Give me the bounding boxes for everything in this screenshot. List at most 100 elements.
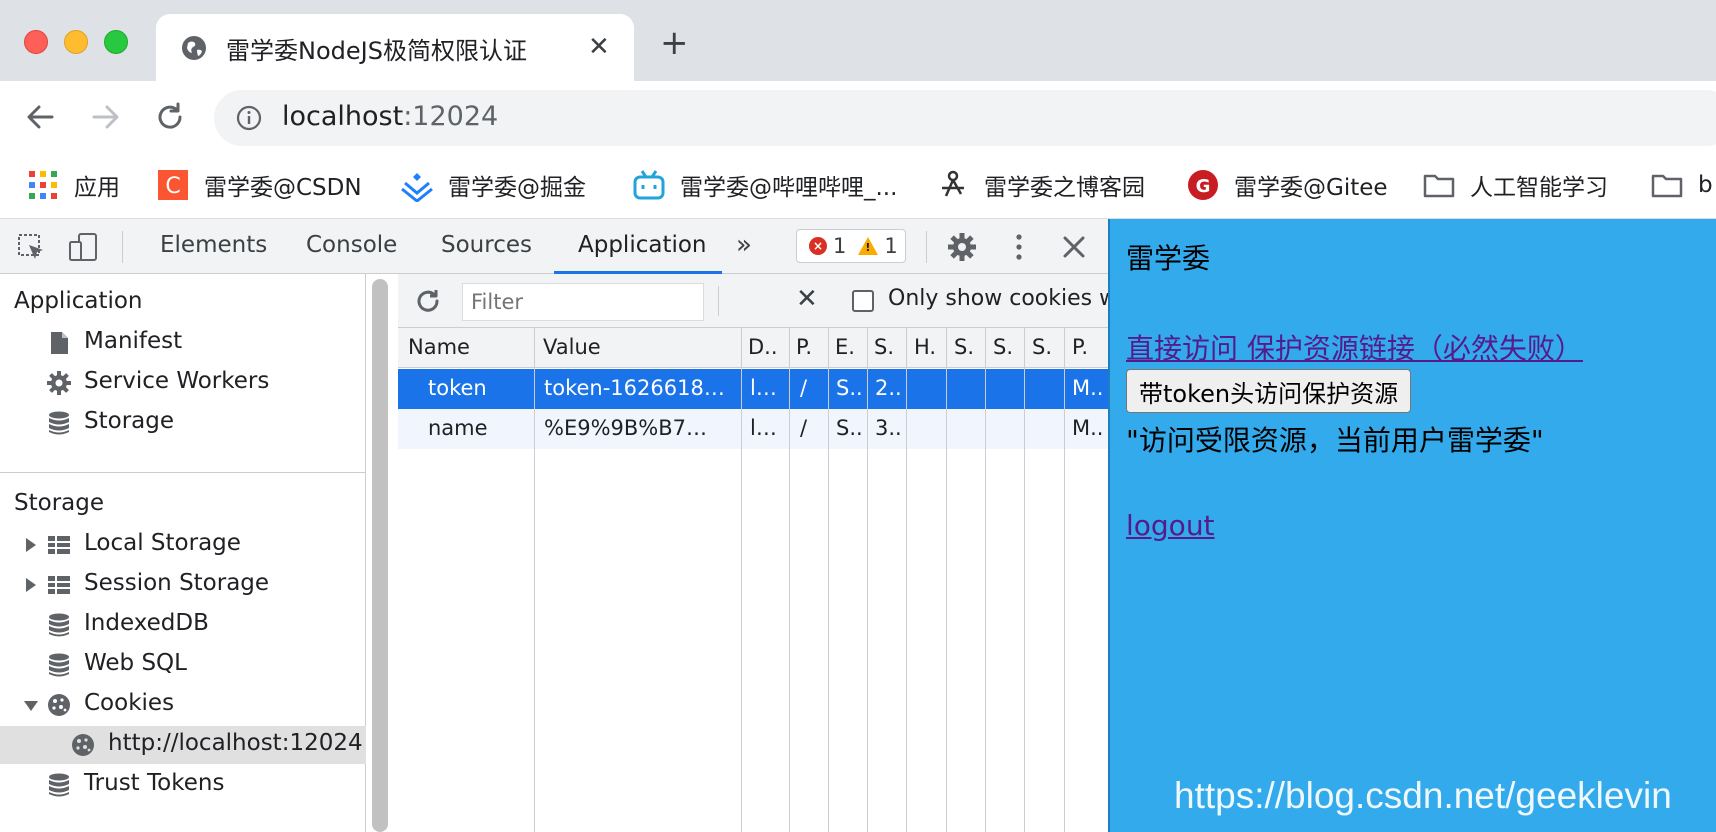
sidebar-item-cookies[interactable]: Cookies [0,686,366,724]
bookmark-apps[interactable]: 应用 [26,167,120,203]
logout-link[interactable]: logout [1126,509,1215,542]
table-row[interactable]: name %E9%9B%B7… l… / S.. 3.. M.. [398,409,1108,449]
column-header[interactable]: S. [954,335,984,359]
tab-sources[interactable]: Sources [441,232,532,258]
close-tab-icon[interactable]: ✕ [588,32,610,62]
column-divider[interactable] [1024,328,1025,832]
csdn-watermark: https://blog.csdn.net/geeklevin [1174,775,1672,816]
sidebar-item-cookie-origin[interactable]: http://localhost:12024 [0,726,366,764]
column-divider[interactable] [906,328,907,832]
column-divider[interactable] [534,328,535,832]
url-text[interactable]: localhost:12024 [282,101,498,132]
reload-icon[interactable] [152,99,188,135]
column-header[interactable]: E. [835,335,865,359]
column-divider[interactable] [1064,328,1065,832]
warning-count: 1 [884,234,898,258]
address-bar[interactable]: localhost:12024 [214,90,1716,146]
table-row[interactable]: token token-1626618… l… / S.. 2.. M.. [398,369,1108,409]
column-header[interactable]: D.. [748,335,788,359]
column-header[interactable]: P. [796,335,826,359]
back-arrow-icon[interactable] [22,99,58,135]
column-header[interactable]: S. [993,335,1023,359]
clear-all-icon[interactable]: ✕ [796,284,818,314]
column-header[interactable]: Name [408,335,528,359]
column-divider[interactable] [741,328,742,832]
browser-tab[interactable]: 雷学委NodeJS极简权限认证 ✕ [156,14,634,81]
storage-heading: Storage [14,490,104,516]
bookmark-gitee[interactable]: G 雷学委@Gitee [1186,167,1388,203]
error-icon: × [809,237,827,255]
new-tab-icon[interactable]: + [660,26,689,60]
sidebar-item-session-storage[interactable]: Session Storage [0,566,366,604]
sidebar-item-indexeddb[interactable]: IndexedDB [0,606,366,644]
info-icon[interactable] [236,105,262,131]
cookies-pane: ✕ Only show cookies w Name Value D.. P. … [398,274,1117,832]
sidebar-scrollbar[interactable] [372,279,388,832]
sidebar-item-storage[interactable]: Storage [0,404,366,442]
sidebar-item-local-storage[interactable]: Local Storage [0,526,366,564]
column-divider[interactable] [828,328,829,832]
close-window-button[interactable] [24,30,48,54]
tab-application[interactable]: Application [578,232,707,258]
close-devtools-icon[interactable] [1059,232,1089,262]
only-show-cookies-checkbox[interactable] [852,290,874,312]
column-header[interactable]: S. [1032,335,1062,359]
bookmark-cnblogs[interactable]: 雷学委之博客园 [936,167,1145,203]
bookmark-ai-folder[interactable]: 人工智能学习 [1422,167,1608,203]
tab-console[interactable]: Console [306,232,397,258]
refresh-icon[interactable] [414,287,442,315]
svg-text:G: G [1196,176,1211,197]
column-header[interactable]: S. [874,335,904,359]
more-options-icon[interactable] [1004,232,1034,262]
collapse-arrow-icon[interactable] [24,701,38,711]
application-sidebar: Application Manifest Service Workers Sto… [0,274,366,832]
column-header[interactable]: Value [543,335,733,359]
bookmark-bilibili[interactable]: 雷学委@哔哩哔哩_... [632,167,897,203]
application-heading: Application [14,288,143,314]
database-icon [49,411,69,435]
database-icon [49,613,69,637]
sidebar-divider [0,472,366,473]
minimize-window-button[interactable] [64,30,88,54]
token-access-button[interactable]: 带token头访问保护资源 [1126,369,1412,413]
gear-icon [47,371,71,395]
toolbar-divider [122,231,123,263]
device-toolbar-icon[interactable] [68,232,98,262]
bookmark-csdn[interactable]: C 雷学委@CSDN [156,167,362,203]
column-header[interactable]: H. [914,335,944,359]
devtools-tabbar: Elements Console Sources Application » ×… [0,219,1108,274]
filter-input[interactable] [462,283,704,321]
gitee-icon: G [1188,170,1218,200]
cookies-toolbar: ✕ Only show cookies w [398,274,1117,328]
cnblogs-icon [942,170,964,197]
issues-counter[interactable]: × 1 ! 1 [796,229,906,263]
gear-icon[interactable] [947,232,977,262]
column-divider[interactable] [789,328,790,832]
bookmark-b-folder[interactable]: b [1650,167,1713,203]
tab-title: 雷学委NodeJS极简权限认证 [226,37,527,65]
more-tabs-icon[interactable]: » [736,230,752,260]
expand-arrow-icon[interactable] [26,538,36,552]
expand-arrow-icon[interactable] [26,578,36,592]
forward-arrow-icon[interactable] [88,99,124,135]
sidebar-item-manifest[interactable]: Manifest [0,324,366,362]
browser-toolbar: localhost:12024 [0,81,1716,155]
inspect-element-icon[interactable] [16,232,46,262]
sidebar-item-service-workers[interactable]: Service Workers [0,364,366,402]
column-divider[interactable] [867,328,868,832]
apps-grid-icon [29,171,57,199]
sidebar-item-trust-tokens[interactable]: Trust Tokens [0,766,366,804]
maximize-window-button[interactable] [104,30,128,54]
column-divider[interactable] [985,328,986,832]
bookmark-juejin[interactable]: 雷学委@掘金 [400,167,586,203]
direct-access-link[interactable]: 直接访问 保护资源链接（必然失败） [1126,327,1583,367]
column-divider[interactable] [946,328,947,832]
document-icon [51,332,68,354]
devtools-panel: Elements Console Sources Application » ×… [0,219,1117,832]
sidebar-item-web-sql[interactable]: Web SQL [0,646,366,684]
tab-elements[interactable]: Elements [160,232,267,258]
page-heading: 雷学委 [1126,242,1211,275]
folder-icon [1423,174,1455,198]
column-header[interactable]: P. [1072,335,1106,359]
folder-icon [1651,174,1683,198]
